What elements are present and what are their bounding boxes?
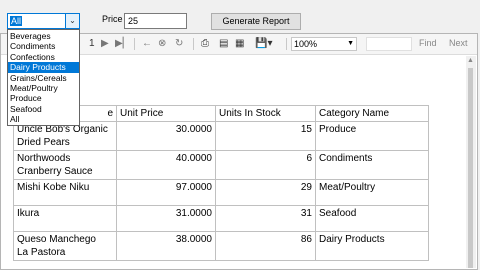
dropdown-option[interactable]: Confections [8, 52, 79, 62]
export-icon[interactable]: 💾▾ [255, 37, 272, 51]
page-setup-icon[interactable]: ▦ [235, 37, 244, 51]
report-table: e Unit Price Units In Stock Category Nam… [13, 105, 429, 261]
category-cell: Meat/Poultry [315, 179, 429, 206]
units-in-stock-cell: 15 [215, 121, 316, 151]
dropdown-option[interactable]: Produce [8, 93, 79, 103]
dropdown-option[interactable]: Condiments [8, 41, 79, 51]
unit-price-cell: 97.0000 [116, 179, 216, 206]
dropdown-option[interactable]: Grains/Cereals [8, 73, 79, 83]
page-number[interactable]: 1 [89, 37, 95, 51]
zoom-value: 100% [294, 39, 318, 49]
category-cell: Condiments [315, 150, 429, 180]
table-row: Queso Manchego La Pastora 38.0000 86 Dair… [13, 231, 429, 261]
table-row: Ikura 31.0000 31 Seafood [13, 205, 429, 232]
scroll-up-icon[interactable]: ▲ [467, 57, 474, 64]
dropdown-option[interactable]: Meat/Poultry [8, 83, 79, 93]
generate-report-button[interactable]: Generate Report [211, 13, 301, 30]
print-layout-icon[interactable]: ▤ [219, 37, 228, 51]
product-name-cell: Mishi Kobe Niku [13, 179, 117, 206]
header-category-name: Category Name [315, 105, 429, 122]
units-in-stock-cell: 86 [215, 231, 316, 261]
dropdown-option[interactable]: Beverages [8, 31, 79, 41]
category-cell: Produce [315, 121, 429, 151]
table-row: Northwoods Cranberry Sauce 40.0000 6 Cond… [13, 150, 429, 180]
unit-price-cell: 30.0000 [116, 121, 216, 151]
dropdown-option[interactable]: Seafood [8, 104, 79, 114]
unit-price-cell: 38.0000 [116, 231, 216, 261]
refresh-icon[interactable]: ↻ [175, 37, 183, 51]
price-input[interactable]: 25 [124, 13, 187, 29]
zoom-select[interactable]: 100% ▼ [291, 37, 357, 51]
find-link[interactable]: Find [419, 38, 437, 48]
unit-price-cell: 31.0000 [116, 205, 216, 232]
category-combobox-value: All [10, 16, 23, 26]
next-page-icon[interactable]: ▶ [101, 37, 109, 51]
units-in-stock-cell: 29 [215, 179, 316, 206]
product-name-cell: Queso Manchego La Pastora [13, 231, 117, 261]
header-units-in-stock: Units In Stock [215, 105, 316, 122]
price-label: Price [102, 14, 123, 24]
category-cell: Seafood [315, 205, 429, 232]
dropdown-option[interactable]: Dairy Products [8, 62, 79, 73]
chevron-down-icon: ▼ [347, 40, 354, 47]
find-next-link[interactable]: Next [449, 38, 468, 48]
back-icon[interactable]: ← [142, 37, 152, 51]
units-in-stock-cell: 6 [215, 150, 316, 180]
category-combobox[interactable]: All ⌄ [7, 13, 80, 29]
units-in-stock-cell: 31 [215, 205, 316, 232]
chevron-down-icon[interactable]: ⌄ [65, 14, 79, 28]
category-dropdown-list: Beverages Condiments Confections Dairy P… [7, 29, 80, 126]
product-name-cell: Northwoods Cranberry Sauce [13, 150, 117, 180]
last-page-icon[interactable]: ▶▏ [115, 37, 130, 51]
category-cell: Dairy Products [315, 231, 429, 261]
dropdown-option[interactable]: All [8, 114, 79, 124]
scrollbar-thumb[interactable] [468, 68, 473, 268]
unit-price-cell: 40.0000 [116, 150, 216, 180]
table-row: Mishi Kobe Niku 97.0000 29 Meat/Poultry [13, 179, 429, 206]
find-input[interactable] [366, 37, 412, 51]
print-icon[interactable]: ⎙ [201, 37, 209, 51]
product-name-cell: Ikura [13, 205, 117, 232]
header-unit-price: Unit Price [116, 105, 216, 122]
stop-icon[interactable]: ⊗ [158, 37, 166, 51]
